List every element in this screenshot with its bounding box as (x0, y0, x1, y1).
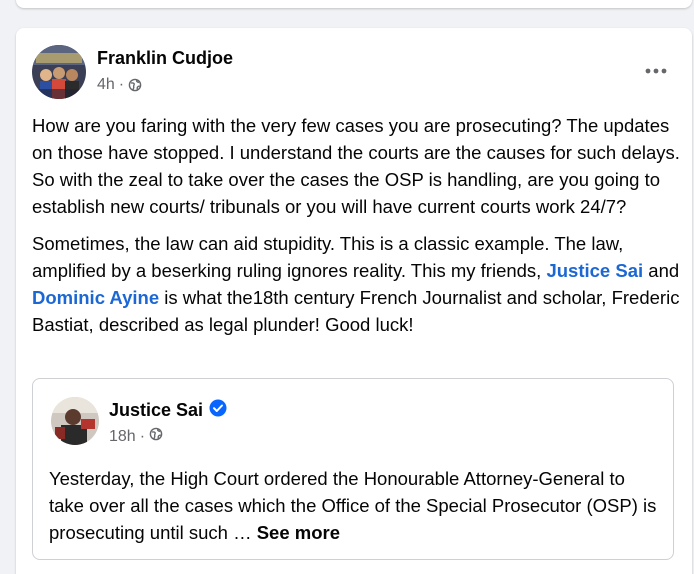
see-more-link[interactable]: See more (257, 522, 340, 543)
post-meta: 4h · (97, 76, 142, 94)
shared-post-body: Yesterday, the High Court ordered the Ho… (49, 465, 659, 546)
post-timestamp[interactable]: 4h (97, 76, 115, 94)
shared-author-name[interactable]: Justice Sai (109, 400, 203, 421)
globe-icon[interactable] (149, 427, 163, 446)
author-name[interactable]: Franklin Cudjoe (97, 48, 233, 69)
mention-justice-sai[interactable]: Justice Sai (546, 260, 643, 281)
previous-post-card (16, 0, 692, 8)
meta-separator: · (139, 427, 146, 445)
post-paragraph: How are you faring with the very few cas… (32, 115, 680, 217)
verified-badge-icon (209, 399, 227, 422)
shared-post-meta: 18h · (109, 427, 163, 446)
mention-dominic-ayine[interactable]: Dominic Ayine (32, 287, 159, 308)
shared-post-card[interactable]: Justice Sai 18h · Yesterday, the High Co… (32, 378, 674, 560)
post-paragraph: Sometimes, the law can aid stupidity. Th… (32, 230, 684, 338)
post-text-segment: Sometimes, the law can aid stupidity. Th… (32, 233, 624, 281)
shared-author-avatar[interactable] (51, 397, 99, 445)
shared-author-row: Justice Sai (109, 399, 227, 422)
more-options-icon (645, 61, 667, 79)
more-options-button[interactable] (642, 56, 670, 84)
post-card: Franklin Cudjoe 4h · How are you faring … (16, 28, 692, 574)
meta-separator: · (118, 76, 125, 93)
globe-icon[interactable] (128, 78, 142, 92)
author-avatar[interactable] (32, 45, 86, 99)
post-text-segment: and (643, 260, 680, 281)
shared-post-timestamp[interactable]: 18h (109, 428, 136, 446)
shared-post-text: Yesterday, the High Court ordered the Ho… (49, 468, 657, 543)
post-body: How are you faring with the very few cas… (32, 112, 684, 348)
